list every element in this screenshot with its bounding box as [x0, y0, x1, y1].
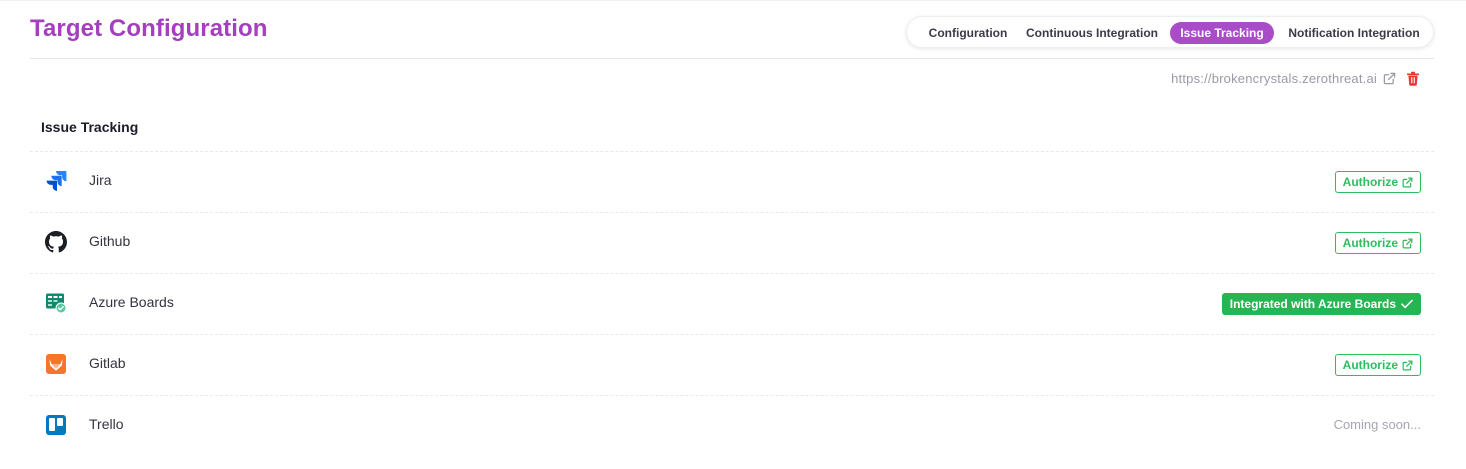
target-url-row: https://brokencrystals.zerothreat.ai — [1171, 71, 1420, 86]
integration-name: Github — [89, 233, 131, 249]
integration-row-jira: Jira Authorize — [30, 151, 1434, 212]
top-border — [0, 0, 1466, 1]
page-title: Target Configuration — [30, 15, 268, 42]
section-title: Issue Tracking — [41, 119, 139, 135]
integration-list: Jira Authorize Github Authorize Azure Bo… — [30, 151, 1434, 456]
authorize-jira-button[interactable]: Authorize — [1334, 171, 1421, 193]
delete-target-icon[interactable] — [1406, 71, 1420, 86]
integration-row-github: Github Authorize — [30, 212, 1434, 273]
tab-notification-integration[interactable]: Notification Integration — [1280, 22, 1428, 44]
jira-icon — [45, 170, 67, 192]
external-link-icon — [1402, 360, 1413, 371]
tab-issue-tracking[interactable]: Issue Tracking — [1170, 22, 1274, 44]
azure-boards-icon — [45, 292, 67, 314]
external-link-icon[interactable] — [1383, 72, 1396, 85]
authorize-label: Authorize — [1342, 358, 1398, 372]
integration-row-azure-boards: Azure Boards Integrated with Azure Board… — [30, 273, 1434, 334]
tab-bar: Configuration Continuous Integration Iss… — [906, 16, 1434, 48]
integrated-label: Integrated with Azure Boards — [1229, 297, 1396, 311]
authorize-gitlab-button[interactable]: Authorize — [1334, 354, 1421, 376]
target-url: https://brokencrystals.zerothreat.ai — [1171, 71, 1377, 86]
integration-name: Jira — [89, 172, 112, 188]
authorize-github-button[interactable]: Authorize — [1334, 232, 1421, 254]
authorize-label: Authorize — [1342, 236, 1398, 250]
github-icon — [45, 231, 67, 253]
page: Target Configuration Configuration Conti… — [0, 0, 1466, 469]
gitlab-icon — [45, 353, 67, 375]
checkmark-icon — [1401, 299, 1413, 309]
tab-configuration[interactable]: Configuration — [914, 22, 1022, 44]
integration-name: Azure Boards — [89, 294, 174, 310]
header-divider — [30, 58, 1434, 59]
external-link-icon — [1402, 177, 1413, 188]
integration-row-gitlab: Gitlab Authorize — [30, 334, 1434, 395]
integration-name: Gitlab — [89, 355, 126, 371]
authorize-label: Authorize — [1342, 175, 1398, 189]
external-link-icon — [1402, 238, 1413, 249]
integrated-azure-boards-button[interactable]: Integrated with Azure Boards — [1221, 293, 1421, 315]
integration-row-trello: Trello Coming soon... — [30, 395, 1434, 456]
integration-name: Trello — [89, 416, 124, 432]
trello-icon — [45, 414, 67, 436]
coming-soon-label: Coming soon... — [1333, 417, 1421, 432]
tab-continuous-integration[interactable]: Continuous Integration — [1022, 22, 1162, 44]
